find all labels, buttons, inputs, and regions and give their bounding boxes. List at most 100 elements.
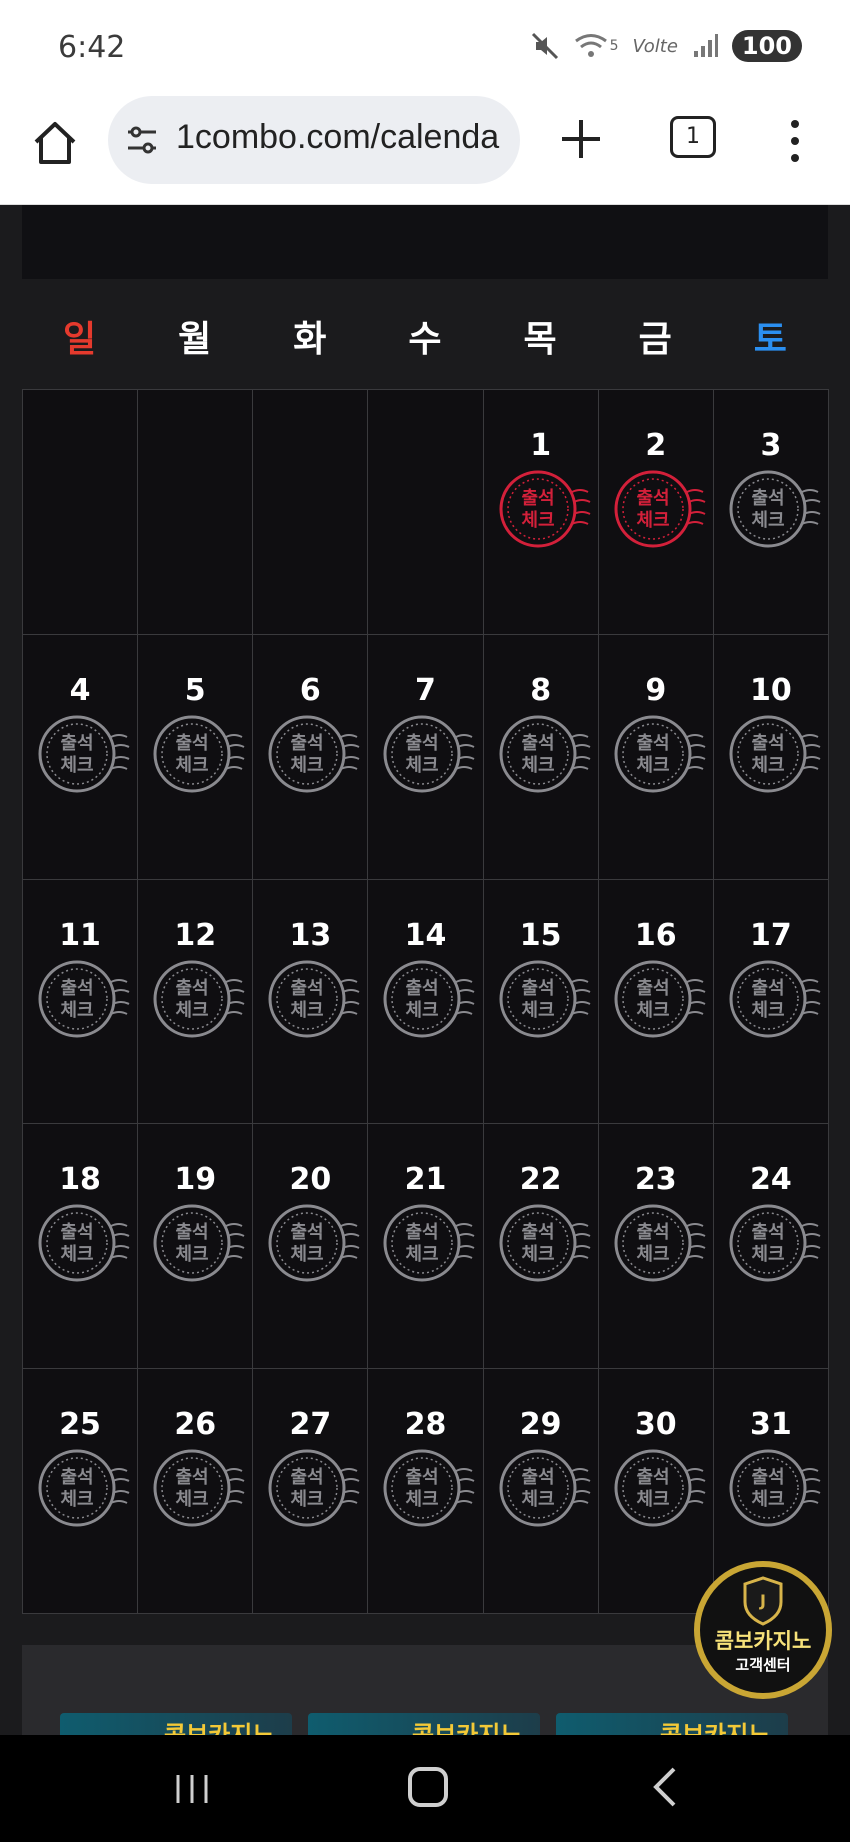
calendar-empty-cell: [23, 390, 139, 635]
stamp-text-top: 출석: [60, 733, 93, 754]
calendar-day-cell[interactable]: 4 출석 체크: [23, 634, 139, 880]
attendance-stamp-icon: 출석체크: [153, 960, 245, 1038]
attendance-stamp-icon: 출석체크: [614, 1449, 706, 1527]
calendar-empty-cell: [368, 390, 484, 635]
day-number: 20: [289, 1162, 332, 1198]
attendance-stamp-icon: 출석체크: [729, 1204, 821, 1282]
attendance-stamp-icon: 출석체크: [38, 1449, 130, 1527]
tab-switcher-button[interactable]: 1: [670, 116, 716, 158]
calendar-day-cell[interactable]: 25 출석 체크: [23, 1369, 139, 1614]
back-icon[interactable]: [650, 1765, 680, 1809]
stamp-text-top: 출석: [521, 488, 554, 509]
calendar-day-cell[interactable]: 28 출석 체크: [368, 1369, 484, 1614]
customer-support-button[interactable]: J 콤보카지노 고객센터: [693, 1560, 833, 1700]
calendar-day-cell[interactable]: 13 출석 체크: [253, 879, 369, 1125]
calendar-day-cell[interactable]: 11 출석 체크: [23, 879, 139, 1125]
calendar-header-block: [22, 205, 828, 279]
stamp-text-bottom: 체크: [636, 1489, 669, 1510]
stamp-text-bottom: 체크: [60, 755, 93, 776]
stamp-text-top: 출석: [406, 733, 439, 754]
attendance-stamp-icon: 출석체크: [383, 960, 475, 1038]
weekday-label: 월: [178, 319, 212, 360]
day-number: 17: [750, 917, 792, 953]
recent-apps-icon[interactable]: [172, 1771, 212, 1807]
stamp-text-bottom: 체크: [406, 1000, 439, 1021]
calendar-day-cell[interactable]: 29 출석 체크: [483, 1369, 599, 1614]
stamp-text-bottom: 체크: [521, 1244, 554, 1265]
stamp-text-bottom: 체크: [521, 1000, 554, 1021]
stamp-text-top: 출석: [636, 1222, 669, 1243]
day-number: 6: [299, 672, 321, 708]
signal-label: 5: [609, 38, 619, 54]
attendance-stamp-icon: 출석체크: [268, 960, 360, 1038]
day-number: 7: [415, 672, 436, 708]
new-tab-icon[interactable]: [558, 116, 604, 162]
wifi-icon: [574, 34, 607, 57]
attendance-stamp-icon: 출석체크: [499, 715, 591, 793]
stamp-text-bottom: 체크: [636, 510, 669, 531]
stamp-text-top: 출석: [521, 1467, 554, 1488]
attendance-stamp-icon: 출석체크: [499, 1204, 591, 1282]
calendar-day-cell[interactable]: 18 출석 체크: [23, 1124, 139, 1370]
calendar-day-cell[interactable]: 16 출석 체크: [598, 879, 714, 1125]
site-settings-icon[interactable]: [124, 122, 160, 158]
stamp-text-bottom: 체크: [176, 1244, 209, 1265]
weekday-label: 금: [638, 319, 672, 360]
stamp-text-top: 출석: [636, 1467, 669, 1488]
network-label: Volte: [632, 35, 678, 57]
stamp-text-bottom: 체크: [291, 1244, 324, 1265]
stamp-text-top: 출석: [636, 978, 669, 999]
more-menu-icon[interactable]: [780, 116, 810, 166]
calendar-day-cell[interactable]: 22 출석 체크: [483, 1124, 599, 1370]
calendar-day-cell[interactable]: 26 출석 체크: [138, 1369, 254, 1614]
attendance-stamp-icon: 출석체크: [614, 715, 706, 793]
stamp-text-top: 출석: [521, 978, 554, 999]
stamp-text-top: 출석: [176, 733, 209, 754]
stamp-text-top: 출석: [406, 978, 439, 999]
stamp-text-bottom: 체크: [636, 1244, 669, 1265]
day-number: 2: [645, 428, 667, 463]
system-home-icon[interactable]: [408, 1767, 448, 1807]
day-number: 26: [174, 1407, 217, 1443]
stamp-text-bottom: 체크: [406, 1489, 439, 1510]
calendar-day-cell[interactable]: 5 출석 체크: [138, 634, 254, 880]
calendar-day-cell[interactable]: 15 출석 체크: [483, 879, 599, 1125]
day-number: 4: [69, 672, 91, 708]
attendance-stamp-icon: 출석체크: [383, 1449, 475, 1527]
calendar-day-cell[interactable]: 1 출석 체크: [483, 390, 599, 635]
address-bar[interactable]: 1combo.com/calenda: [108, 96, 520, 184]
calendar-day-cell[interactable]: 8 출석 체크: [483, 634, 599, 880]
stamp-text-top: 출석: [636, 733, 669, 754]
calendar-day-cell[interactable]: 21 출석 체크: [368, 1124, 484, 1370]
calendar-empty-cell: [138, 390, 254, 635]
calendar-day-cell[interactable]: 7 출석 체크: [368, 634, 484, 880]
day-number: 1: [530, 428, 552, 463]
calendar-day-cell[interactable]: 17 출석 체크: [713, 879, 829, 1125]
calendar-day-cell[interactable]: 10 출석 체크: [713, 634, 829, 880]
stamp-text-top: 출석: [751, 733, 784, 754]
stamp-text-top: 출석: [521, 733, 554, 754]
calendar-day-cell[interactable]: 24 출석 체크: [713, 1124, 829, 1370]
stamp-text-top: 출석: [751, 1222, 784, 1243]
calendar-day-cell[interactable]: 2 출석 체크: [598, 390, 714, 635]
url-text[interactable]: 1combo.com/calenda: [176, 118, 514, 157]
calendar-day-cell[interactable]: 9 출석 체크: [598, 634, 714, 880]
calendar-day-cell[interactable]: 6 출석 체크: [253, 634, 369, 880]
calendar-day-cell[interactable]: 3 출석 체크: [713, 390, 829, 635]
battery-indicator: 100: [731, 30, 802, 62]
calendar-day-cell[interactable]: 19 출석 체크: [138, 1124, 254, 1370]
stamp-text-top: 출석: [60, 978, 93, 999]
day-number: 11: [59, 917, 101, 953]
stamp-text-bottom: 체크: [406, 1244, 439, 1265]
stamp-text-top: 출석: [60, 1467, 93, 1488]
weekday-label: 목: [523, 319, 557, 360]
calendar-day-cell[interactable]: 12 출석 체크: [138, 879, 254, 1125]
calendar-day-cell[interactable]: 20 출석 체크: [253, 1124, 369, 1370]
calendar-day-cell[interactable]: 14 출석 체크: [368, 879, 484, 1125]
day-number: 14: [404, 917, 447, 953]
calendar-day-cell[interactable]: 27 출석 체크: [253, 1369, 369, 1614]
home-icon[interactable]: [30, 118, 80, 168]
calendar-day-cell[interactable]: 23 출석 체크: [598, 1124, 714, 1370]
stamp-text-bottom: 체크: [291, 1000, 324, 1021]
stamp-text-bottom: 체크: [291, 1489, 324, 1510]
